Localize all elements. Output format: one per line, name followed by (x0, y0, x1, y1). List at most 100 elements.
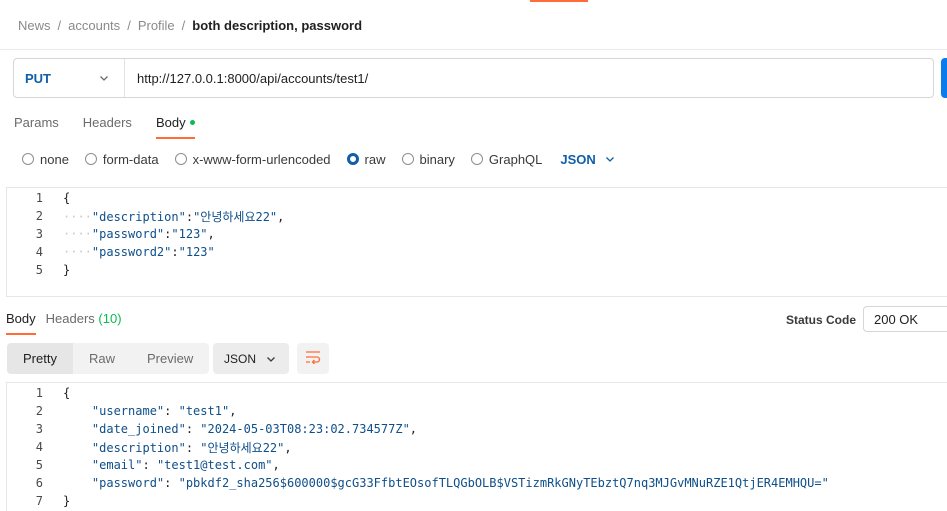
line-number: 5 (35, 263, 43, 277)
code-line: 2 ····"description":"안녕하세요22", (7, 207, 947, 225)
tab-body-label: Body (155, 115, 186, 130)
radio-none[interactable]: none (22, 152, 69, 167)
tab-params-label: Params (14, 115, 59, 130)
radio-circle (470, 153, 483, 165)
wrap-lines-icon (305, 350, 321, 367)
radio-circle-selected (346, 153, 359, 165)
breadcrumb-item-accounts[interactable]: accounts (68, 18, 120, 33)
json-comma: , (272, 458, 280, 472)
json-key: "email" (91, 458, 143, 472)
brace-open: { (63, 191, 71, 205)
code-line: 4 "description": "안녕하세요22", (7, 438, 947, 456)
chevron-down-icon (604, 153, 616, 165)
breadcrumb-separator: / (127, 17, 131, 33)
breadcrumb-separator: / (57, 17, 62, 33)
radio-urlencoded[interactable]: x-www-form-urlencoded (174, 152, 331, 167)
tab-response-body[interactable]: Body (6, 311, 36, 335)
body-modified-dot (189, 120, 195, 125)
json-key: "description" (91, 440, 186, 455)
line-number: 1 (35, 386, 43, 400)
json-value: "test1" (178, 404, 230, 418)
tab-headers[interactable]: Headers (83, 115, 132, 139)
line-number: 4 (35, 440, 43, 454)
request-tabs: Params Headers Body (14, 115, 219, 139)
tab-headers-label: Headers (82, 115, 132, 130)
json-value: "pbkdf2_sha256$600000$gcG33FfbtEOsofTLQG… (178, 476, 829, 490)
radio-form-data[interactable]: form-data (84, 151, 159, 167)
json-value: "123" (178, 245, 215, 259)
line-number: 6 (35, 476, 43, 490)
json-value: "test1@test.com" (156, 458, 273, 472)
response-body-viewer[interactable]: 1 { 2 "username": "test1", 3 "date_joine… (6, 382, 947, 511)
breadcrumb-item-profile[interactable]: Profile (138, 18, 175, 33)
url-bar: PUT (13, 58, 934, 98)
radio-binary-label: binary (419, 151, 455, 167)
wrap-lines-button[interactable] (297, 343, 329, 374)
view-preview-button[interactable]: Preview (131, 343, 209, 374)
response-tabs: Body Headers (10) (6, 311, 132, 335)
code-line: 6 "password": "pbkdf2_sha256$600000$gcG3… (7, 474, 947, 492)
line-number: 2 (35, 209, 43, 223)
radio-form-data-label: form-data (102, 151, 159, 167)
request-name[interactable]: both description, password (192, 18, 362, 33)
url-input[interactable] (125, 59, 933, 97)
send-button[interactable] (941, 58, 947, 98)
json-comma: , (277, 209, 285, 224)
json-value: "2024-05-03T08:23:02.734577Z" (200, 422, 410, 436)
radio-circle (401, 153, 414, 165)
response-format-select[interactable]: JSON (213, 343, 289, 374)
status-code-label: Status Code (786, 313, 857, 327)
code-line: 1 { (7, 189, 947, 207)
method-select[interactable]: PUT (14, 59, 125, 97)
json-key: "date_joined" (91, 422, 186, 436)
line-number: 2 (35, 404, 43, 418)
json-comma: , (409, 422, 418, 436)
code-line: 1 { (7, 384, 947, 402)
view-pretty-button[interactable]: Pretty (7, 343, 73, 374)
tab-params[interactable]: Params (14, 115, 59, 139)
tab-response-body-label: Body (6, 311, 36, 326)
brace-open: { (63, 386, 71, 400)
radio-circle (22, 153, 34, 165)
json-value: "안녕하세요22" (200, 440, 285, 455)
radio-graphql[interactable]: GraphQL (470, 151, 543, 167)
headers-count: (10) (98, 311, 122, 326)
json-key: "password" (91, 476, 165, 490)
code-line: 3 "date_joined": "2024-05-03T08:23:02.73… (7, 420, 947, 438)
code-line: 2 "username": "test1", (7, 402, 947, 420)
json-comma: , (229, 404, 237, 418)
view-raw-button[interactable]: Raw (73, 343, 131, 374)
json-key: "description" (91, 209, 186, 224)
breadcrumb: News / accounts / Profile / both descrip… (18, 17, 362, 33)
radio-raw[interactable]: raw (346, 151, 386, 167)
tab-response-headers[interactable]: Headers (10) (46, 311, 122, 335)
brace-close: } (63, 494, 71, 508)
body-type-selector: none form-data x-www-form-urlencoded raw… (22, 151, 616, 167)
chevron-down-icon (98, 72, 110, 84)
body-format-label: JSON (560, 151, 596, 167)
json-comma: , (207, 227, 215, 241)
breadcrumb-item-news[interactable]: News (18, 18, 51, 33)
json-value: "123" (171, 227, 208, 241)
radio-circle (174, 153, 187, 165)
request-body-editor[interactable]: 1 { 2 ····"description":"안녕하세요22", 3 ···… (6, 187, 947, 297)
method-label: PUT (25, 70, 51, 86)
active-tab-indicator (530, 0, 588, 2)
tab-body[interactable]: Body (155, 115, 195, 139)
response-format-label: JSON (224, 351, 257, 366)
body-format-select[interactable]: JSON (560, 152, 615, 167)
json-value: "안녕하세요22" (193, 209, 278, 224)
radio-none-label: none (40, 151, 69, 167)
code-line: 5 } (7, 261, 947, 279)
json-comma: , (284, 440, 292, 455)
line-number: 3 (35, 227, 43, 241)
radio-binary[interactable]: binary (401, 151, 455, 167)
tab-response-headers-label: Headers (45, 311, 95, 326)
header-divider (0, 49, 947, 50)
brace-close: } (63, 263, 71, 277)
status-code-value[interactable]: 200 OK (863, 306, 947, 332)
radio-raw-label: raw (364, 151, 386, 167)
json-key: "password" (91, 227, 165, 241)
radio-graphql-label: GraphQL (488, 151, 543, 167)
view-mode-group: Pretty Raw Preview (7, 343, 210, 374)
